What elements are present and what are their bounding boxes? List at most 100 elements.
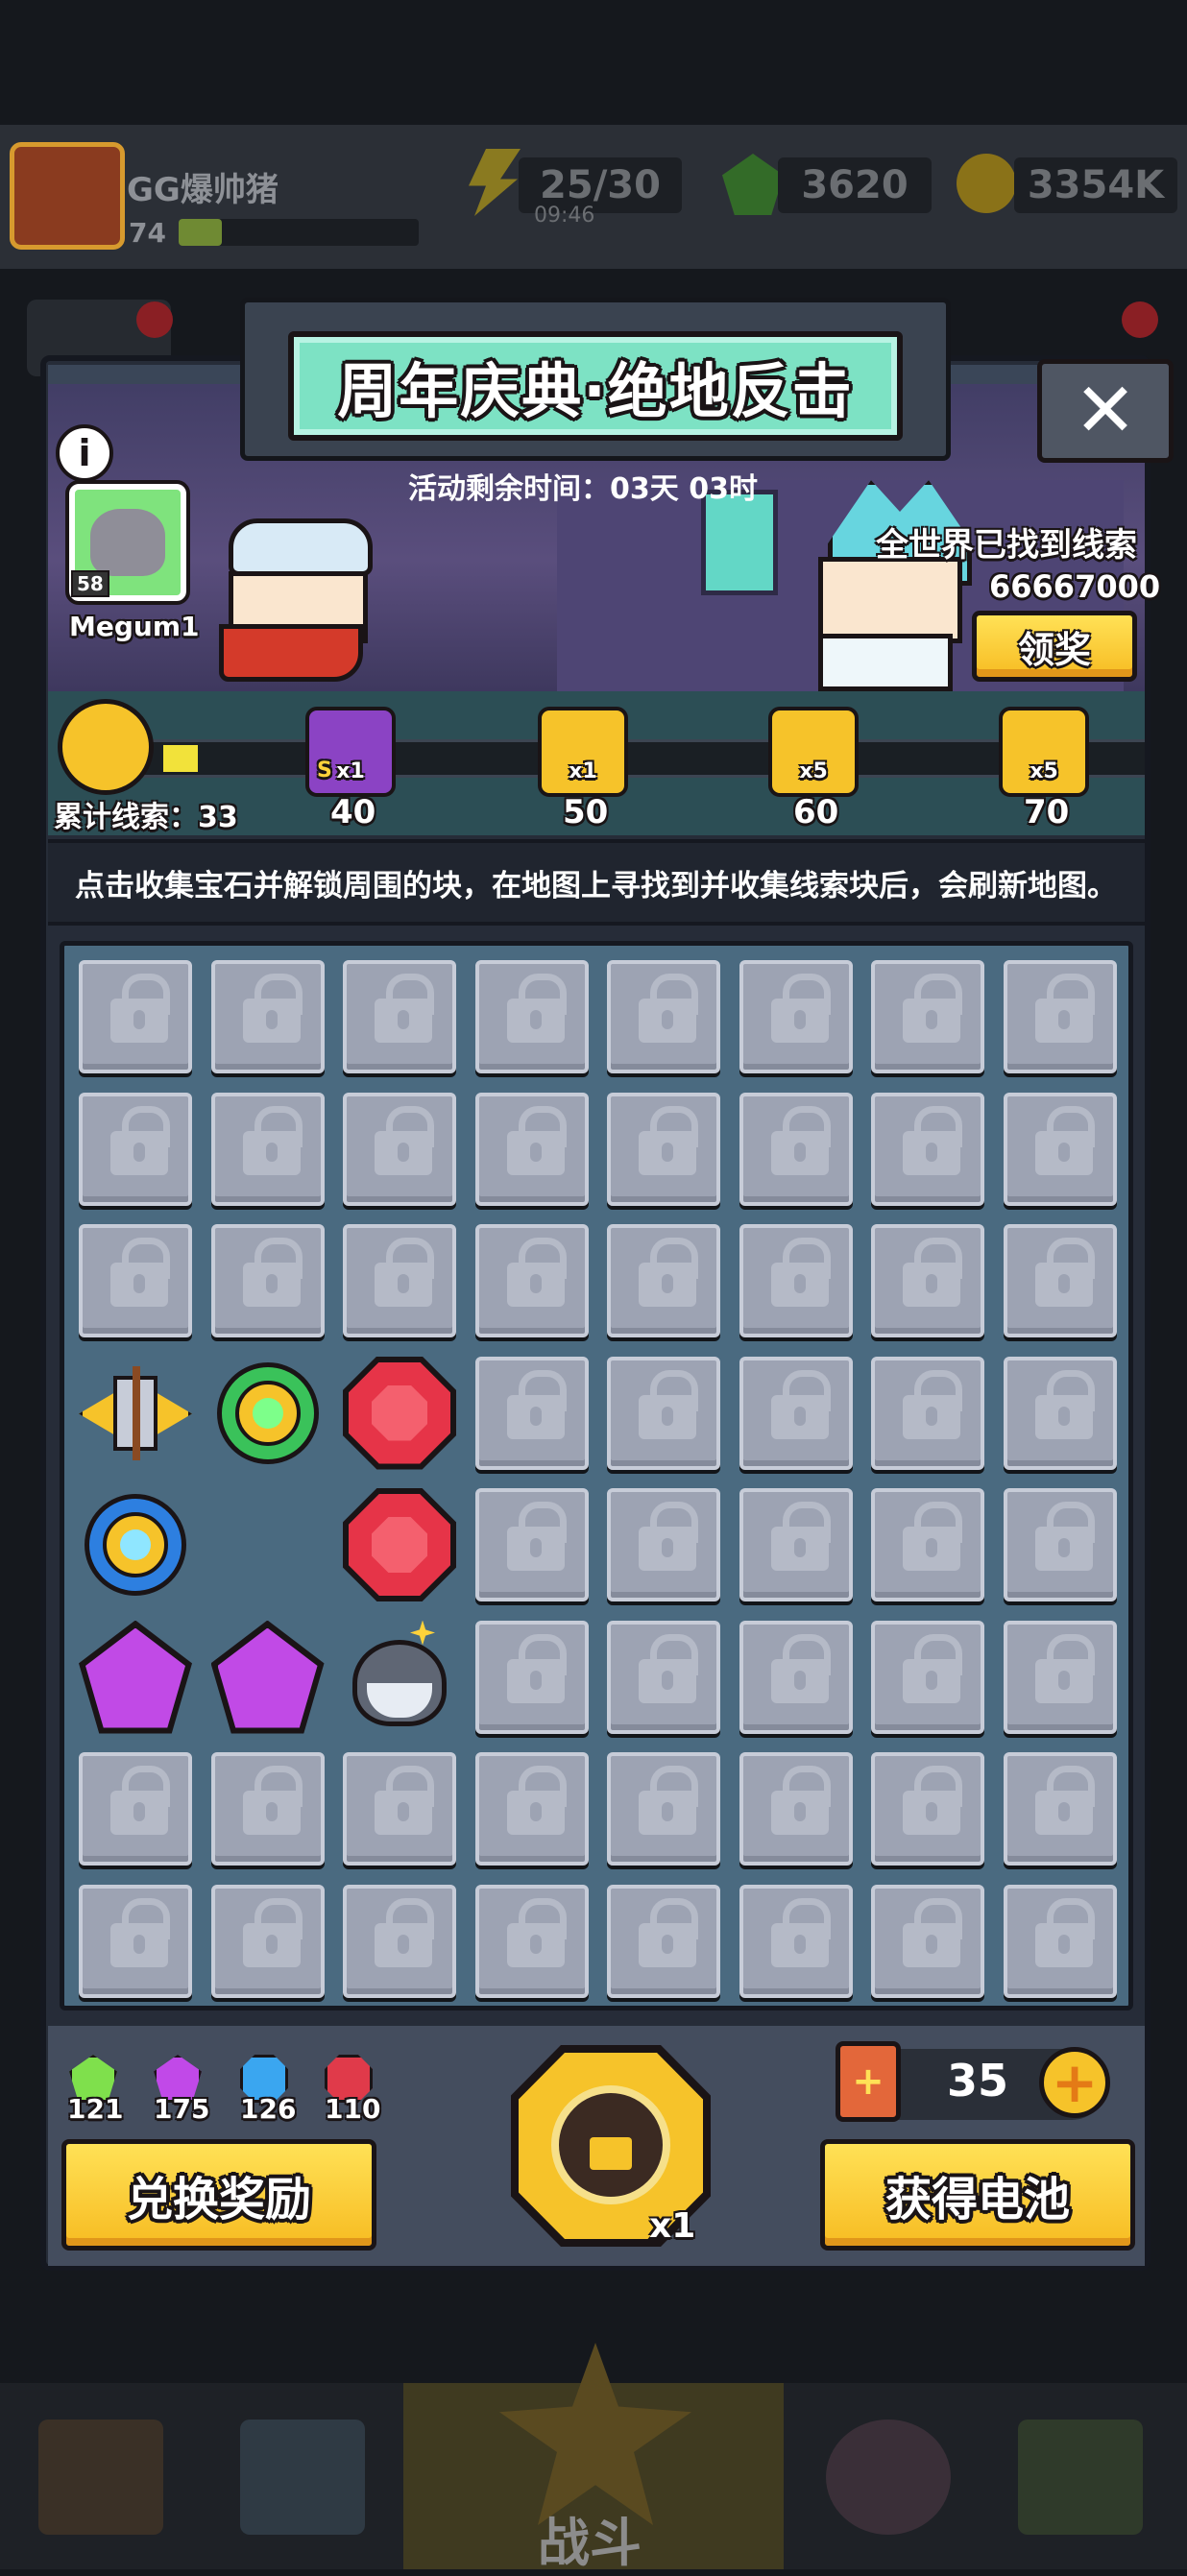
locked-tile[interactable]: [1003, 1752, 1117, 1866]
locked-tile[interactable]: [739, 1092, 853, 1206]
locked-tile[interactable]: [739, 1224, 853, 1337]
nav-dna-icon[interactable]: [1018, 2420, 1143, 2535]
nav-equipment-icon[interactable]: [240, 2420, 365, 2535]
lock-icon: [242, 1105, 303, 1175]
nav-shop-icon[interactable]: [38, 2420, 163, 2535]
locked-tile[interactable]: [474, 1488, 589, 1601]
locked-tile[interactable]: [871, 1884, 984, 1998]
locked-tile[interactable]: [343, 1752, 456, 1866]
event-title: 周年庆典·绝地反击: [337, 356, 854, 426]
get-battery-button[interactable]: 获得电池: [820, 2139, 1135, 2251]
lock-icon: [639, 1369, 698, 1439]
locked-tile[interactable]: [871, 1356, 984, 1470]
locked-tile[interactable]: [871, 1752, 984, 1866]
locked-tile[interactable]: [210, 1092, 325, 1206]
red-gem-tile[interactable]: [343, 1488, 456, 1601]
locked-tile[interactable]: [474, 1092, 589, 1206]
lock-icon: [506, 1766, 567, 1835]
locked-tile[interactable]: [210, 1884, 325, 1998]
locked-tile[interactable]: [343, 1092, 456, 1206]
lock-icon: [1034, 1766, 1095, 1835]
milestone-reward-70[interactable]: x5: [999, 707, 1089, 797]
notification-dot: [1122, 301, 1158, 338]
locked-tile[interactable]: [607, 1884, 720, 1998]
locked-tile[interactable]: [343, 1224, 456, 1337]
locked-tile[interactable]: [474, 1224, 589, 1337]
locked-tile[interactable]: [607, 960, 720, 1073]
lock-icon: [770, 1238, 831, 1307]
locked-tile[interactable]: [871, 960, 984, 1073]
lock-icon: [1034, 974, 1095, 1043]
blue-ring-item[interactable]: [79, 1488, 192, 1601]
gold-counter[interactable]: 3354K: [1014, 157, 1177, 213]
battery-icon: +: [836, 2041, 901, 2122]
milestone-reward-60[interactable]: x5: [768, 707, 859, 797]
milestone-value: 70: [1024, 793, 1070, 831]
locked-tile[interactable]: [739, 1620, 853, 1734]
locked-tile[interactable]: [607, 1488, 720, 1601]
locked-tile[interactable]: [739, 1884, 853, 1998]
locked-tile[interactable]: [1003, 1884, 1117, 1998]
player-avatar[interactable]: [10, 142, 125, 250]
locked-tile[interactable]: [474, 960, 589, 1073]
locked-tile[interactable]: [607, 1620, 720, 1734]
info-icon[interactable]: i: [56, 424, 113, 482]
crossbow-item[interactable]: [79, 1357, 192, 1470]
exchange-button[interactable]: 兑换奖励: [61, 2139, 376, 2251]
locked-tile[interactable]: [79, 1092, 192, 1206]
lock-icon: [903, 1766, 962, 1835]
locked-tile[interactable]: [607, 1092, 720, 1206]
event-timer: 活动剩余时间：03天 03时: [408, 472, 758, 506]
locked-tile[interactable]: [871, 1620, 984, 1734]
battery-count: 35: [947, 2055, 1009, 2107]
locked-tile[interactable]: [79, 1752, 192, 1866]
close-button[interactable]: ✕: [1037, 359, 1174, 463]
locked-tile[interactable]: [871, 1488, 984, 1601]
purple-gem-tile[interactable]: [79, 1620, 192, 1734]
locked-tile[interactable]: [79, 1224, 192, 1337]
locked-tile[interactable]: [607, 1752, 720, 1866]
locked-tile[interactable]: [210, 1752, 325, 1866]
locked-tile[interactable]: [343, 960, 456, 1073]
lock-icon: [770, 974, 831, 1043]
locked-tile[interactable]: [1003, 1620, 1117, 1734]
world-clues-count: 66667000: [989, 568, 1161, 605]
claim-button[interactable]: 领奖: [972, 611, 1137, 682]
locked-tile[interactable]: [474, 1752, 589, 1866]
lock-icon: [639, 1633, 698, 1703]
lock-icon: [506, 974, 567, 1043]
nav-talent-icon[interactable]: [826, 2420, 951, 2535]
locked-tile[interactable]: [871, 1092, 984, 1206]
locked-tile[interactable]: [739, 1356, 853, 1470]
bomb-item[interactable]: [343, 1620, 456, 1734]
locked-tile[interactable]: [1003, 1488, 1117, 1601]
locked-tile[interactable]: [1003, 1356, 1117, 1470]
locked-tile[interactable]: [871, 1224, 984, 1337]
locked-tile[interactable]: [474, 1884, 589, 1998]
milestone-reward-40[interactable]: x1: [305, 707, 396, 797]
locked-tile[interactable]: [739, 1752, 853, 1866]
locked-tile[interactable]: [607, 1224, 720, 1337]
milestone-reward-50[interactable]: x1: [538, 707, 628, 797]
locked-tile[interactable]: [210, 1224, 325, 1337]
locked-tile[interactable]: [739, 960, 853, 1073]
red-gem-tile[interactable]: [343, 1356, 456, 1470]
purple-gem-tile[interactable]: [210, 1620, 325, 1734]
locked-tile[interactable]: [474, 1620, 589, 1734]
locked-tile[interactable]: [739, 1488, 853, 1601]
locked-tile[interactable]: [1003, 1224, 1117, 1337]
locked-tile[interactable]: [474, 1356, 589, 1470]
locked-tile[interactable]: [1003, 960, 1117, 1073]
locked-tile[interactable]: [1003, 1092, 1117, 1206]
gem-counter[interactable]: 3620: [778, 157, 932, 213]
locked-tile[interactable]: [79, 1884, 192, 1998]
locked-tile[interactable]: [607, 1356, 720, 1470]
lock-icon: [110, 974, 170, 1043]
add-battery-button[interactable]: +: [1039, 2047, 1110, 2118]
locked-tile[interactable]: [210, 960, 325, 1073]
locked-tile[interactable]: [343, 1884, 456, 1998]
notification-dot: [136, 301, 173, 338]
green-ring-item[interactable]: [211, 1357, 325, 1470]
world-clues-label: 全世界已找到线索: [876, 526, 1137, 565]
locked-tile[interactable]: [79, 960, 192, 1073]
